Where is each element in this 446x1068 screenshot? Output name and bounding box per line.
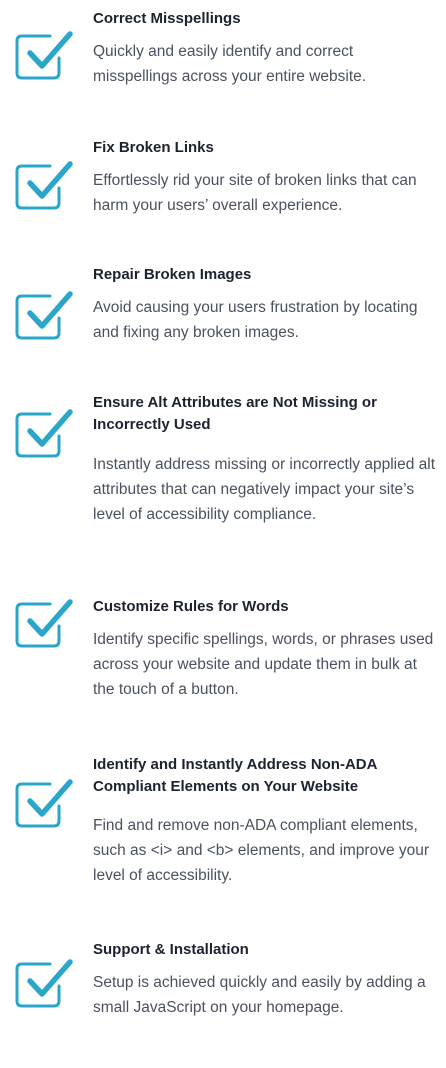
feature-title: Fix Broken Links (93, 139, 214, 156)
feature-title: Correct Misspellings (93, 10, 241, 27)
checkbox-check-icon (15, 779, 73, 828)
feature-description: Identify specific spellings, words, or p… (93, 631, 434, 698)
feature-title: Ensure Alt Attributes are Not Missing or… (93, 394, 377, 433)
checkbox-check-icon (15, 409, 73, 458)
checkbox-check-icon (15, 291, 73, 340)
feature-description: Setup is achieved quickly and easily by … (93, 974, 426, 1016)
feature-title: Repair Broken Images (93, 266, 252, 283)
feature-description: Avoid causing your users frustration by … (93, 299, 418, 341)
feature-description: Find and remove non-ADA compliant elemen… (93, 817, 430, 884)
checkbox-check-icon (15, 31, 73, 80)
feature-description: Effortlessly rid your site of broken lin… (93, 172, 417, 214)
feature-title: Identify and Instantly Address Non-ADA C… (93, 756, 377, 795)
feature-title: Customize Rules for Words (93, 598, 289, 615)
checkbox-check-icon (15, 161, 73, 210)
checkbox-check-icon (15, 599, 73, 648)
checkbox-check-icon (15, 959, 73, 1008)
feature-title: Support & Installation (93, 941, 249, 958)
feature-description: Quickly and easily identify and correct … (93, 43, 367, 85)
feature-description: Instantly address missing or incorrectly… (93, 456, 436, 523)
